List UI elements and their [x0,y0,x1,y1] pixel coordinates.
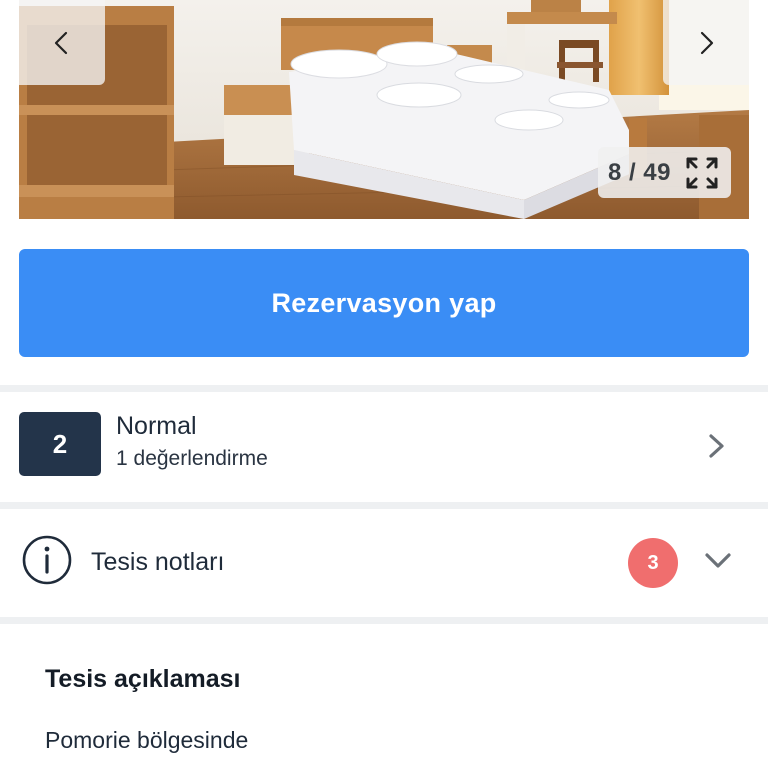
property-notes-label: Tesis notları [91,548,225,576]
section-divider [0,385,768,392]
rating-label: Normal [116,412,197,440]
notes-count-badge: 3 [628,538,678,588]
property-notes-row[interactable]: Tesis notları 3 [0,510,768,618]
photo-counter: 8 / 49 [597,147,731,198]
chevron-down-icon[interactable] [703,550,733,572]
property-detail-page: 8 / 49 Rezervasyon yap 2 Normal 1 değerl… [0,0,768,768]
property-description-heading: Tesis açıklaması [45,665,241,693]
photo-gallery[interactable]: 8 / 49 [19,0,749,219]
property-description-text: Pomorie bölgesinde [45,727,249,753]
rating-score-badge: 2 [19,412,101,476]
review-count: 1 değerlendirme [116,447,268,470]
chevron-right-icon [700,31,714,54]
rating-summary-row[interactable]: 2 Normal 1 değerlendirme [0,394,768,502]
reserve-button[interactable]: Rezervasyon yap [19,249,749,357]
section-divider [0,502,768,509]
section-divider [0,617,768,624]
gallery-next-button[interactable] [663,0,749,85]
expand-icon[interactable] [685,156,719,190]
gallery-prev-button[interactable] [19,0,105,85]
chevron-right-icon [709,434,724,458]
photo-counter-text: 8 / 49 [607,158,671,186]
info-icon [22,535,72,585]
chevron-left-icon [54,31,68,54]
